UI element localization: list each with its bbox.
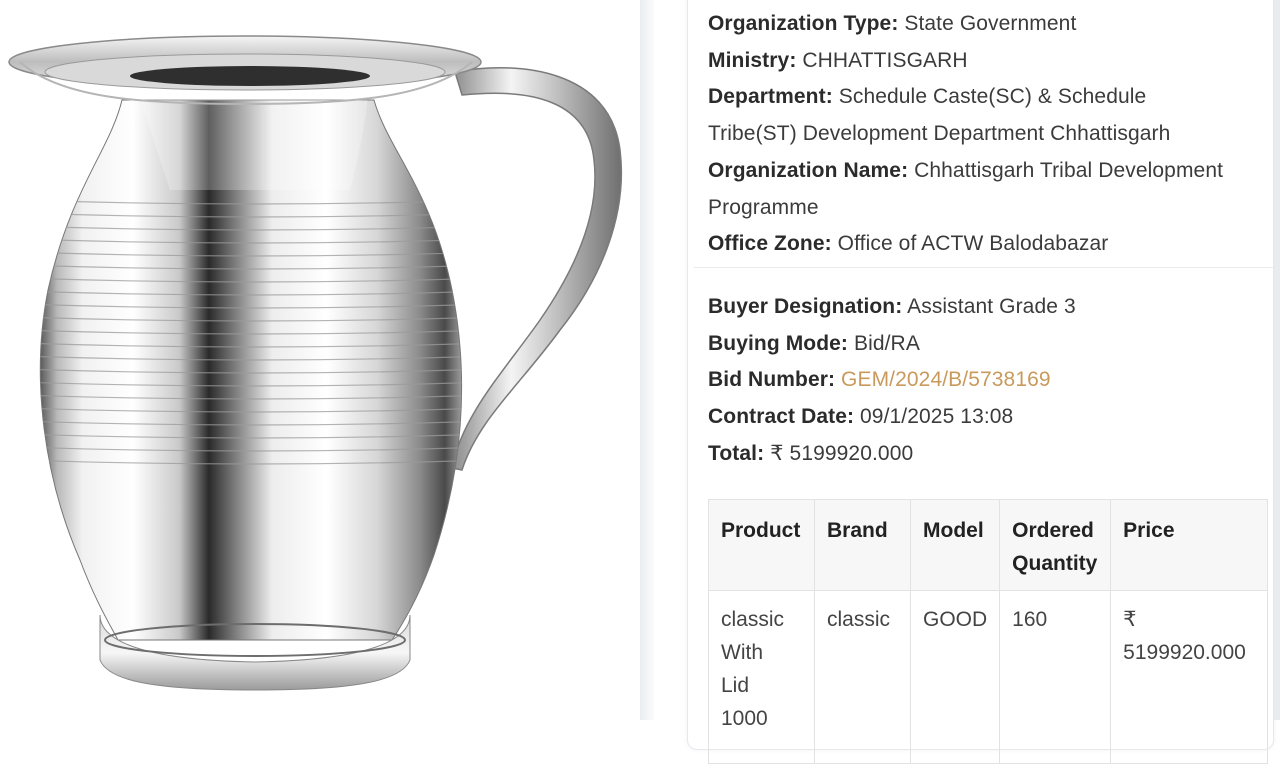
department-label: Department: bbox=[708, 85, 833, 109]
organization-type-row: Organization Type: State Government bbox=[708, 6, 1259, 43]
cell-model: GOOD bbox=[909, 590, 1001, 764]
department-value: Schedule Caste(SC) & Schedule bbox=[838, 85, 1147, 109]
column-header-ordered-quantity: Ordered Quantity bbox=[999, 499, 1112, 591]
cell-product-line: classic bbox=[721, 608, 785, 631]
column-header-model: Model bbox=[909, 499, 1001, 591]
column-header-brand: Brand bbox=[814, 499, 911, 591]
organization-name-value: Chhattisgarh Tribal Development bbox=[914, 158, 1224, 182]
cell-product: classic With Lid 1000 bbox=[708, 590, 815, 764]
cell-quantity: 160 bbox=[999, 590, 1112, 764]
buyer-section: Buyer Designation: Assistant Grade 3 Buy… bbox=[708, 289, 1259, 473]
column-header-quantity: Quantity bbox=[1012, 552, 1098, 575]
organization-type-label: Organization Type: bbox=[708, 12, 899, 35]
order-items-table: Product Brand Model Ordered Quantity Pri… bbox=[708, 499, 1268, 764]
column-header-product: Product bbox=[708, 499, 815, 591]
contract-date-label: Contract Date: bbox=[708, 405, 855, 429]
cell-product-line: With bbox=[721, 641, 763, 664]
office-zone-value: Office of ACTW Balodabazar bbox=[837, 232, 1109, 256]
contract-date-row: Contract Date: 09/1/2025 13:08 bbox=[708, 399, 1259, 436]
buying-mode-value: Bid/RA bbox=[853, 331, 920, 355]
total-value: ₹ 5199920.000 bbox=[770, 441, 914, 465]
table-row: classic With Lid 1000 classic GOOD 160 ₹… bbox=[708, 590, 1268, 764]
contract-date-value: 09/1/2025 13:08 bbox=[860, 405, 1014, 429]
ministry-label: Ministry: bbox=[708, 48, 797, 72]
column-header-ordered: Ordered bbox=[1012, 519, 1094, 542]
organization-name-label: Organization Name: bbox=[708, 158, 909, 182]
office-zone-row: Office Zone: Office of ACTW Balodabazar bbox=[708, 226, 1259, 263]
buying-mode-row: Buying Mode: Bid/RA bbox=[708, 326, 1259, 363]
total-row: Total: ₹ 5199920.000 bbox=[708, 436, 1259, 473]
bid-number-row: Bid Number: GEM/2024/B/5738169 bbox=[708, 362, 1259, 399]
column-header-price: Price bbox=[1110, 499, 1268, 591]
cell-product-line: 1000 bbox=[721, 707, 768, 730]
steel-jug-illustration bbox=[8, 35, 623, 691]
buyer-designation-label: Buyer Designation: bbox=[708, 295, 903, 318]
buyer-designation-row: Buyer Designation: Assistant Grade 3 bbox=[708, 289, 1259, 326]
cell-brand: classic bbox=[814, 590, 911, 764]
ministry-row: Ministry: CHHATTISGARH bbox=[708, 43, 1259, 80]
buying-mode-label: Buying Mode: bbox=[708, 331, 849, 355]
table-header-row: Product Brand Model Ordered Quantity Pri… bbox=[708, 499, 1268, 591]
buyer-designation-value: Assistant Grade 3 bbox=[907, 295, 1076, 318]
total-label: Total: bbox=[708, 441, 765, 465]
office-zone-label: Office Zone: bbox=[708, 232, 832, 256]
cell-price: ₹ 5199920.000 bbox=[1110, 590, 1268, 764]
section-divider bbox=[694, 267, 1273, 268]
department-value-continued: Tribe(ST) Development Department Chhatti… bbox=[708, 122, 1171, 146]
cell-product-line: Lid bbox=[721, 674, 750, 697]
department-row: Department: Schedule Caste(SC) & Schedul… bbox=[708, 79, 1259, 152]
organization-name-row: Organization Name: Chhattisgarh Tribal D… bbox=[708, 153, 1259, 226]
bid-number-link[interactable]: GEM/2024/B/5738169 bbox=[841, 368, 1051, 391]
organization-section: Organization Type: State Government Mini… bbox=[708, 6, 1259, 263]
product-image bbox=[0, 0, 640, 720]
panel-gutter bbox=[640, 0, 654, 720]
organization-type-value: State Government bbox=[904, 12, 1077, 35]
cell-price-currency: ₹ bbox=[1123, 608, 1137, 631]
bid-number-label: Bid Number: bbox=[708, 368, 836, 392]
cell-price-amount: 5199920.000 bbox=[1123, 641, 1246, 664]
organization-name-value-continued: Programme bbox=[708, 195, 819, 219]
contract-details-card: Organization Type: State Government Mini… bbox=[687, 0, 1274, 764]
ministry-value: CHHATTISGARH bbox=[802, 48, 968, 72]
